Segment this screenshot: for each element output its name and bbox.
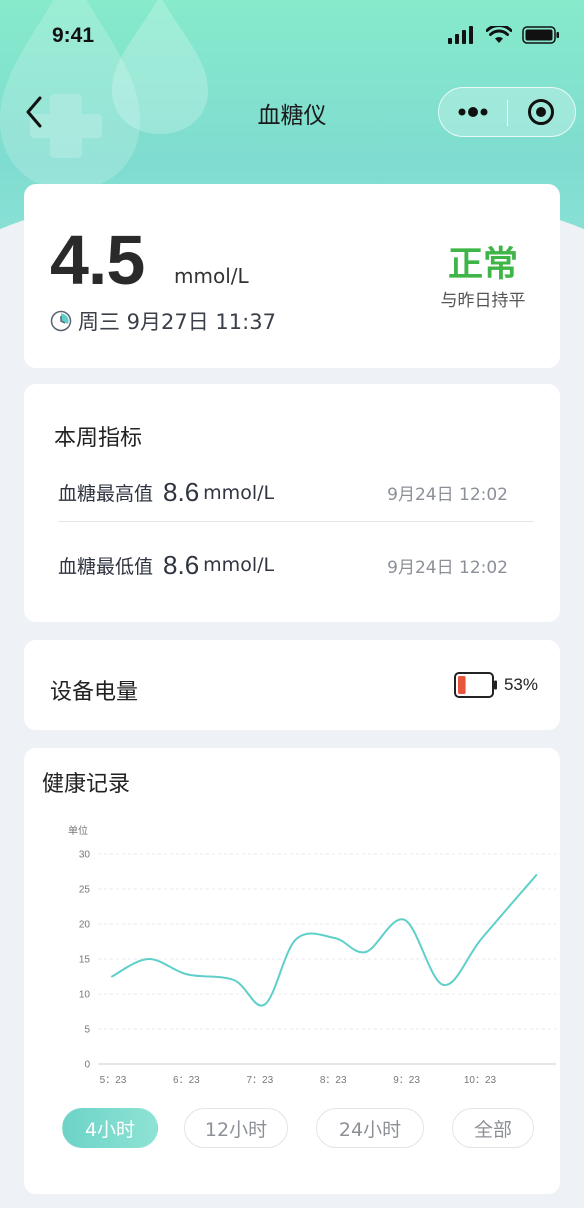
device-battery-card: 设备电量 53% [24,640,560,730]
status-icons [448,26,560,44]
range-tab-1[interactable]: 12小时 [184,1108,288,1148]
navigation-bar: 血糖仪 [0,80,584,140]
battery-fill [457,676,466,694]
battery-icon [453,672,497,698]
metric-min-time: 9月24日 12:02 [387,557,508,578]
glucose-status: 正常 [447,245,518,285]
metric-min-unit: mmol/L [203,554,275,576]
glucose-comparison: 与昨日持平 [440,291,526,311]
glucose-line-chart: 单位 0 5 10 15 20 25 30 5：23 6：23 7：23 8：23 9：23 10：23 [68,824,556,1086]
y-axis-label: 单位 [68,824,88,837]
metric-max-value: 8.6 [163,477,200,507]
glucose-value: 4.5 [50,221,145,299]
metric-max-unit: mmol/L [203,481,275,504]
x-tick-label: 9：23 [393,1075,420,1086]
metric-min-label: 血糖最低值 [58,555,154,578]
x-tick-label: 8：23 [320,1075,347,1086]
weekly-metrics-title: 本周指标 [54,426,143,451]
more-dots-icon [458,107,488,117]
series-line [111,874,538,1007]
more-button[interactable] [439,88,507,136]
x-tick-label: 5：23 [100,1075,127,1086]
x-tick-label: 6：23 [173,1075,200,1086]
x-tick-label: 10：23 [464,1075,497,1086]
y-tick-label: 15 [79,955,91,966]
y-tick-label: 0 [84,1060,90,1071]
y-tick-label: 5 [84,1025,90,1036]
reading-datetime: 周三 9月27日 11:37 [50,306,276,336]
x-tick-label: 7：23 [246,1075,273,1086]
battery-percent: 53% [503,675,538,694]
close-button[interactable] [509,88,575,136]
mini-program-capsule [438,87,576,137]
y-tick-label: 25 [79,885,91,896]
y-tick-label: 10 [79,990,91,1001]
cellular-signal-icon [448,26,473,44]
target-close-icon [528,99,554,125]
glucose-unit: mmol/L [174,264,249,288]
current-reading-card: 4.5 mmol/L 周三 9月27日 11:37 正常 与昨日持平 [24,184,560,368]
time-range-tabs: 4小时 12小时 24小时 全部 [24,1108,560,1148]
health-record-title: 健康记录 [42,772,131,797]
capsule-divider [507,100,508,126]
metric-min-row: 血糖最低值 8.6 mmol/L 9月24日 12:02 [58,538,534,592]
range-tab-3[interactable]: 全部 [452,1108,534,1148]
reading-datetime-text: 周三 9月27日 11:37 [78,310,276,334]
metric-max-row: 血糖最高值 8.6 mmol/L 9月24日 12:02 [58,468,534,522]
clock-icon [50,310,72,332]
status-battery-icon [522,26,559,44]
health-record-card: 健康记录 单位 0 5 10 15 20 25 30 5：23 6：23 7：23 8：23 9：23 1… [24,748,560,1194]
y-tick-label: 30 [79,850,91,861]
wifi-icon [486,26,512,43]
battery-label: 设备电量 [50,680,139,705]
y-tick-label: 20 [79,920,91,931]
metric-max-label: 血糖最高值 [58,483,154,505]
metric-min-value: 8.6 [163,549,200,580]
battery-indicator: 53% [453,672,538,698]
metric-max-time: 9月24日 12:02 [387,485,508,505]
status-time: 9:41 [52,24,95,47]
range-tab-0[interactable]: 4小时 [62,1108,158,1148]
status-bar: 9:41 [0,0,584,72]
range-tab-2[interactable]: 24小时 [316,1108,424,1148]
